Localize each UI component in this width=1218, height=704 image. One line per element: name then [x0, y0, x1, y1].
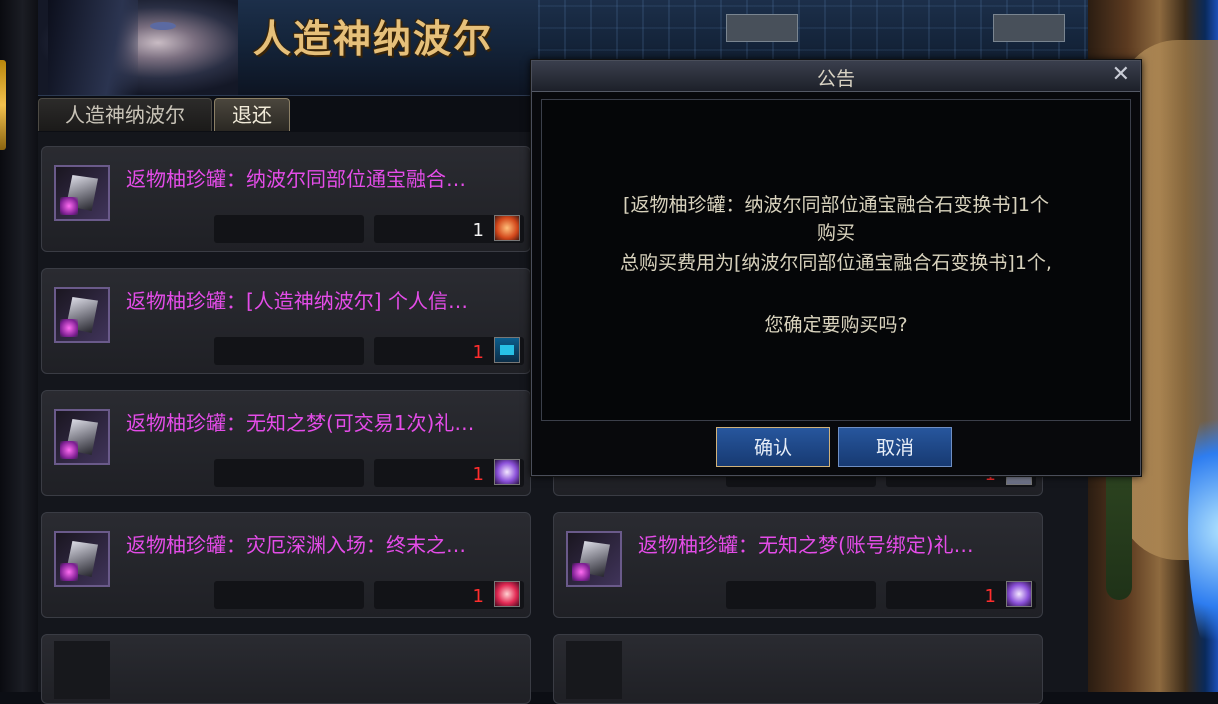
list-item[interactable]: 返物柚珍罐：灾厄深渊入场：终末之… 1 — [41, 512, 531, 618]
item-name: 返物柚珍罐：无知之梦(可交易1次)礼… — [126, 411, 475, 435]
item-name: 返物柚珍罐：[人造神纳波尔] 个人信… — [126, 289, 468, 313]
portrait-eye — [150, 22, 176, 30]
list-item[interactable]: 返物柚珍罐：无知之梦(账号绑定)礼… 1 — [553, 512, 1043, 618]
dialog-message-line: 总购买费用为[纳波尔同部位通宝融合石变换书]1个, — [620, 252, 1052, 274]
close-icon[interactable]: ✕ — [1112, 63, 1130, 87]
empty-icon-slot — [54, 641, 110, 699]
tab-nabel[interactable]: 人造神纳波尔 — [38, 98, 212, 131]
confirm-button[interactable]: 确认 — [716, 427, 830, 467]
dialog-title: 公告 — [816, 68, 855, 90]
item-quantity: 1 — [984, 586, 996, 607]
item-icon — [54, 531, 110, 587]
price-slot — [726, 581, 876, 609]
portrait-hair — [48, 0, 138, 95]
red-orb-icon — [494, 581, 520, 607]
item-quantity: 1 — [472, 586, 484, 607]
item-icon — [54, 287, 110, 343]
dialog-message-box: [返物柚珍罐：纳波尔同部位通宝融合石变换书]1个 购买 总购买费用为[纳波尔同部… — [541, 99, 1131, 421]
notice-dialog: 公告 ✕ [返物柚珍罐：纳波尔同部位通宝融合石变换书]1个 购买 总购买费用为[… — [531, 60, 1141, 476]
empty-icon-slot — [566, 641, 622, 699]
tab-refund[interactable]: 退还 — [214, 98, 290, 131]
banner-tag-1 — [726, 14, 798, 42]
item-quantity: 1 — [472, 220, 484, 241]
dialog-message-line: [返物柚珍罐：纳波尔同部位通宝融合石变换书]1个 — [623, 194, 1049, 216]
purple-orb-icon — [1006, 581, 1032, 607]
item-quantity: 1 — [472, 342, 484, 363]
dialog-titlebar[interactable]: 公告 ✕ — [532, 61, 1140, 92]
item-icon — [566, 531, 622, 587]
price-slot — [214, 581, 364, 609]
teal-ticket-icon — [494, 337, 520, 363]
item-icon — [54, 165, 110, 221]
dialog-question: 您确定要购买吗? — [764, 314, 908, 336]
price-slot — [214, 459, 364, 487]
banner-title: 人造神纳波尔 — [253, 17, 494, 61]
item-icon — [54, 409, 110, 465]
item-name: 返物柚珍罐：纳波尔同部位通宝融合… — [126, 167, 466, 191]
item-name: 返物柚珍罐：灾厄深渊入场：终末之… — [126, 533, 466, 557]
item-quantity: 1 — [472, 464, 484, 485]
banner-tag-2 — [993, 14, 1065, 42]
left-edge-panel — [0, 0, 38, 692]
empty-list-item — [553, 634, 1043, 704]
price-slot — [214, 337, 364, 365]
purple-orb-icon — [494, 459, 520, 485]
list-item[interactable]: 返物柚珍罐：纳波尔同部位通宝融合… 1 — [41, 146, 531, 252]
list-item[interactable]: 返物柚珍罐：无知之梦(可交易1次)礼… 1 — [41, 390, 531, 496]
gold-handle — [0, 60, 6, 150]
item-name: 返物柚珍罐：无知之梦(账号绑定)礼… — [638, 533, 974, 557]
dialog-message-line: 购买 — [816, 222, 855, 244]
empty-list-item — [41, 634, 531, 704]
list-item[interactable]: 返物柚珍罐：[人造神纳波尔] 个人信… 1 — [41, 268, 531, 374]
orange-medal-icon — [494, 215, 520, 241]
cancel-button[interactable]: 取消 — [838, 427, 952, 467]
price-slot — [214, 215, 364, 243]
character-portrait — [38, 0, 238, 95]
